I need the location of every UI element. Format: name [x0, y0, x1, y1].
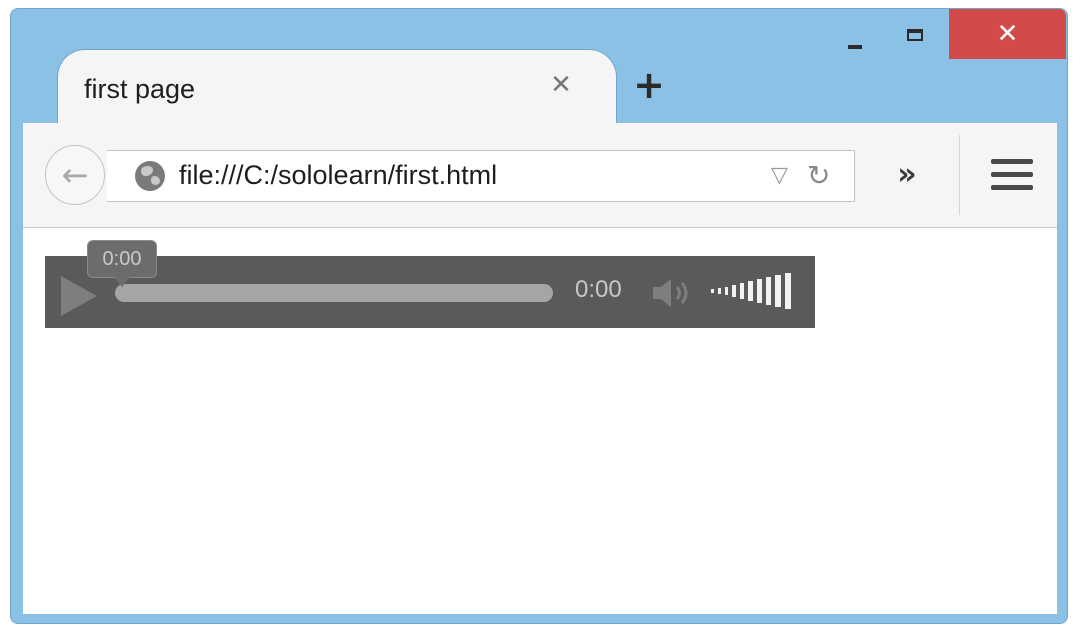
speaker-icon[interactable]: [651, 276, 695, 310]
toolbar-divider: [959, 135, 960, 215]
page-content: 0:00 0:00: [23, 228, 1057, 614]
tab-first-page[interactable]: first page ✕: [57, 49, 617, 125]
back-arrow-icon: ←: [61, 156, 89, 194]
current-time: 0:00: [575, 276, 622, 303]
reload-icon[interactable]: ↻: [807, 159, 830, 192]
maximize-button[interactable]: [899, 23, 933, 53]
tab-title: first page: [84, 74, 196, 104]
close-window-button[interactable]: ✕: [949, 9, 1066, 59]
play-icon[interactable]: [61, 276, 97, 316]
hamburger-menu-icon[interactable]: [991, 159, 1033, 191]
volume-level-slider[interactable]: [711, 272, 801, 310]
url-bar[interactable]: file:///C:/sololearn/first.html ▽ ↻: [107, 150, 855, 202]
close-icon: ✕: [996, 19, 1019, 49]
url-text[interactable]: file:///C:/sololearn/first.html: [179, 160, 497, 191]
back-button[interactable]: ←: [45, 145, 105, 205]
overflow-chevron-icon[interactable]: »: [885, 153, 929, 197]
new-tab-button[interactable]: +: [631, 66, 667, 104]
seek-bar[interactable]: [115, 284, 553, 302]
navigation-toolbar: file:///C:/sololearn/first.html ▽ ↻ ← »: [23, 123, 1057, 228]
dropdown-arrow-icon[interactable]: ▽: [771, 163, 788, 188]
browser-window: ✕ first page ✕ + file:///C:/sololearn/fi…: [10, 8, 1068, 624]
minimize-button[interactable]: [837, 27, 873, 57]
time-tooltip: 0:00: [87, 240, 157, 287]
tab-close-icon[interactable]: ✕: [546, 70, 576, 100]
audio-player: 0:00 0:00: [45, 240, 815, 328]
globe-icon: [135, 161, 165, 191]
